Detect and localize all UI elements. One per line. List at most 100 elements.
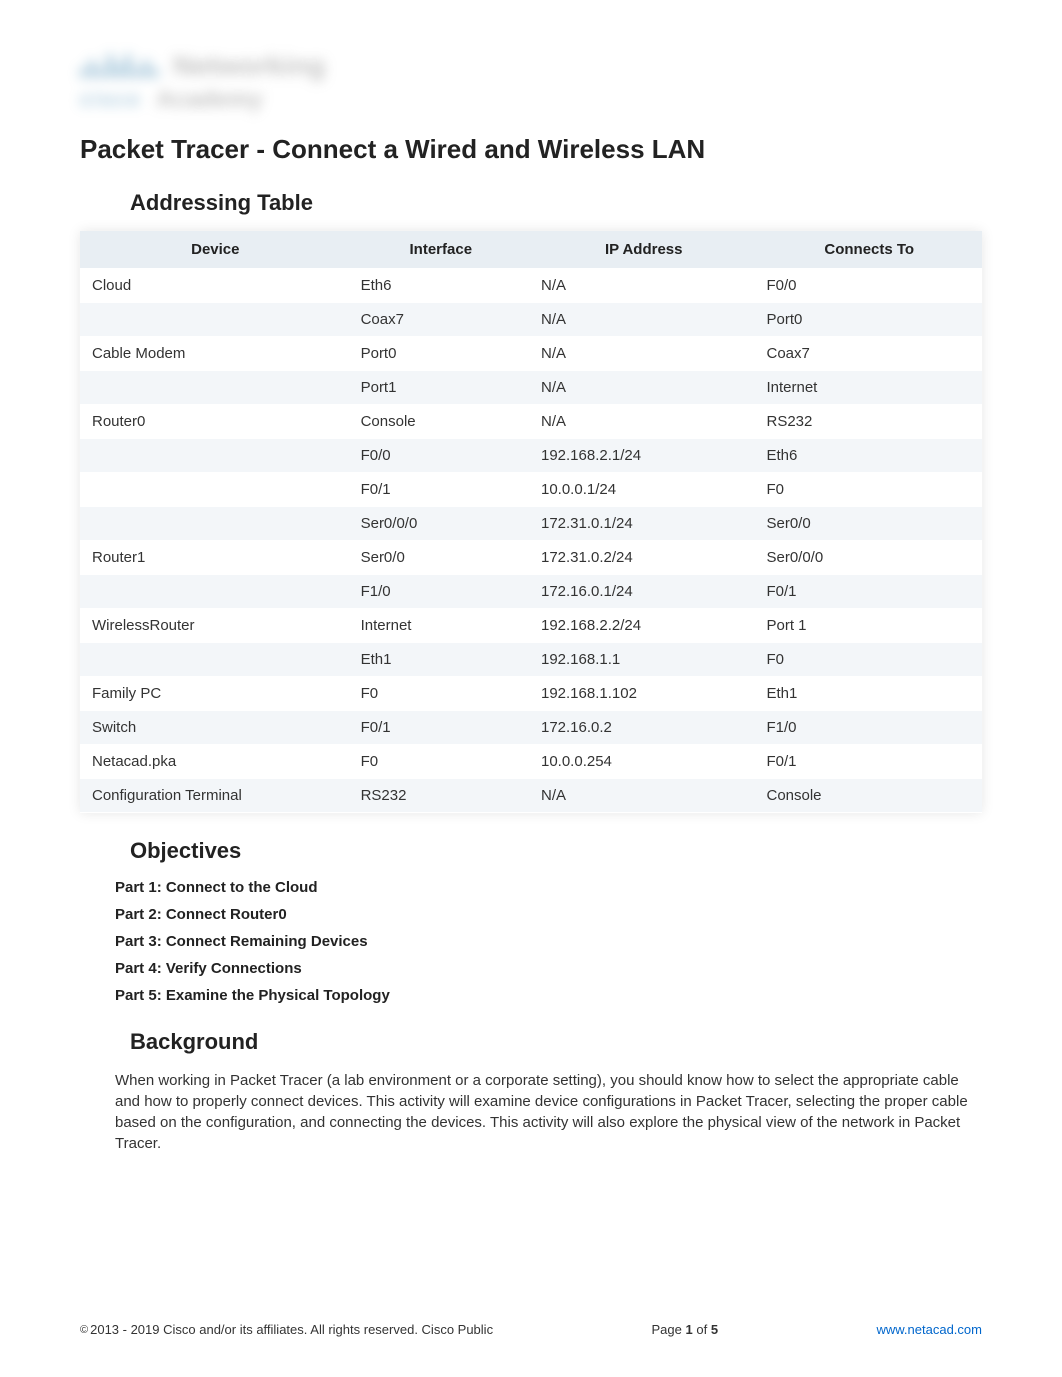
table-row: SwitchF0/1172.16.0.2F1/0 xyxy=(80,711,982,745)
td-ip: 172.31.0.1/24 xyxy=(531,507,757,541)
addressing-table: Device Interface IP Address Connects To … xyxy=(80,231,982,813)
td-connects: Eth6 xyxy=(756,439,982,473)
td-connects: F1/0 xyxy=(756,711,982,745)
td-interface: F1/0 xyxy=(351,575,531,609)
td-interface: F0/1 xyxy=(351,473,531,507)
td-ip: 192.168.1.102 xyxy=(531,677,757,711)
td-device: Family PC xyxy=(80,677,351,711)
table-header-row: Device Interface IP Address Connects To xyxy=(80,231,982,269)
objective-item: Part 4: Verify Connections xyxy=(115,960,982,977)
td-connects: Ser0/0/0 xyxy=(756,541,982,575)
td-ip: 192.168.2.2/24 xyxy=(531,609,757,643)
td-interface: F0 xyxy=(351,745,531,779)
addressing-heading: Addressing Table xyxy=(130,190,982,216)
objective-item: Part 2: Connect Router0 xyxy=(115,906,982,923)
table-row: Router0ConsoleN/ARS232 xyxy=(80,405,982,439)
td-interface: Ser0/0 xyxy=(351,541,531,575)
logo-cisco-text: cisco xyxy=(80,89,141,112)
table-row: Configuration TerminalRS232N/AConsole xyxy=(80,779,982,813)
td-connects: Ser0/0 xyxy=(756,507,982,541)
td-device: Router1 xyxy=(80,541,351,575)
table-row: Netacad.pkaF010.0.0.254F0/1 xyxy=(80,745,982,779)
td-device xyxy=(80,371,351,405)
table-row: Cable ModemPort0N/ACoax7 xyxy=(80,337,982,371)
objectives-heading: Objectives xyxy=(130,838,982,864)
td-interface: Ser0/0/0 xyxy=(351,507,531,541)
td-device xyxy=(80,507,351,541)
objectives-list: Part 1: Connect to the Cloud Part 2: Conn… xyxy=(115,879,982,1004)
td-connects: F0/0 xyxy=(756,269,982,303)
td-device: Switch xyxy=(80,711,351,745)
td-ip: 172.16.0.2 xyxy=(531,711,757,745)
copyright-icon: © xyxy=(80,1324,88,1336)
table-row: CloudEth6N/AF0/0 xyxy=(80,269,982,303)
objective-item: Part 1: Connect to the Cloud xyxy=(115,879,982,896)
td-device xyxy=(80,473,351,507)
td-connects: Port0 xyxy=(756,303,982,337)
th-connects: Connects To xyxy=(756,231,982,269)
td-interface: Port1 xyxy=(351,371,531,405)
td-connects: Eth1 xyxy=(756,677,982,711)
td-device: Cable Modem xyxy=(80,337,351,371)
table-row: Eth1192.168.1.1F0 xyxy=(80,643,982,677)
td-connects: F0/1 xyxy=(756,745,982,779)
td-interface: Console xyxy=(351,405,531,439)
footer-page-sep: of xyxy=(693,1322,711,1337)
cisco-logo-icon xyxy=(80,54,158,78)
td-device xyxy=(80,575,351,609)
logo-area: Networking cisco Academy xyxy=(80,50,982,114)
td-ip: 172.16.0.1/24 xyxy=(531,575,757,609)
td-interface: Coax7 xyxy=(351,303,531,337)
th-ip: IP Address xyxy=(531,231,757,269)
background-text: When working in Packet Tracer (a lab env… xyxy=(115,1070,982,1154)
footer-page: Page 1 of 5 xyxy=(652,1322,719,1337)
td-connects: Coax7 xyxy=(756,337,982,371)
td-interface: Internet xyxy=(351,609,531,643)
footer-page-prefix: Page xyxy=(652,1322,686,1337)
td-device: Router0 xyxy=(80,405,351,439)
td-connects: F0 xyxy=(756,473,982,507)
td-connects: RS232 xyxy=(756,405,982,439)
table-row: F0/0192.168.2.1/24Eth6 xyxy=(80,439,982,473)
table-row: Port1N/AInternet xyxy=(80,371,982,405)
td-device xyxy=(80,643,351,677)
footer-page-total: 5 xyxy=(711,1322,718,1337)
td-interface: Port0 xyxy=(351,337,531,371)
td-interface: RS232 xyxy=(351,779,531,813)
td-ip: N/A xyxy=(531,303,757,337)
footer-page-num: 1 xyxy=(686,1322,693,1337)
td-interface: F0 xyxy=(351,677,531,711)
td-ip: N/A xyxy=(531,779,757,813)
footer-copyright: © 2013 - 2019 Cisco and/or its affiliate… xyxy=(80,1322,493,1337)
td-device xyxy=(80,303,351,337)
footer-copyright-text: 2013 - 2019 Cisco and/or its affiliates.… xyxy=(90,1322,493,1337)
background-heading: Background xyxy=(130,1029,982,1055)
td-ip: N/A xyxy=(531,337,757,371)
table-row: Ser0/0/0172.31.0.1/24Ser0/0 xyxy=(80,507,982,541)
td-ip: 192.168.1.1 xyxy=(531,643,757,677)
td-connects: Console xyxy=(756,779,982,813)
td-device: Cloud xyxy=(80,269,351,303)
td-ip: 172.31.0.2/24 xyxy=(531,541,757,575)
td-ip: N/A xyxy=(531,371,757,405)
objective-item: Part 5: Examine the Physical Topology xyxy=(115,987,982,1004)
td-ip: N/A xyxy=(531,405,757,439)
table-row: Family PCF0192.168.1.102Eth1 xyxy=(80,677,982,711)
td-connects: Port 1 xyxy=(756,609,982,643)
logo-text-top: Networking xyxy=(173,50,325,82)
footer: © 2013 - 2019 Cisco and/or its affiliate… xyxy=(80,1322,982,1337)
td-device: Configuration Terminal xyxy=(80,779,351,813)
page-title: Packet Tracer - Connect a Wired and Wire… xyxy=(80,134,982,165)
table-row: F0/110.0.0.1/24F0 xyxy=(80,473,982,507)
td-interface: F0/1 xyxy=(351,711,531,745)
table-row: F1/0172.16.0.1/24F0/1 xyxy=(80,575,982,609)
table-row: Coax7N/APort0 xyxy=(80,303,982,337)
logo-text-bottom: Academy xyxy=(156,86,263,114)
td-connects: F0/1 xyxy=(756,575,982,609)
table-row: WirelessRouterInternet192.168.2.2/24Port… xyxy=(80,609,982,643)
td-connects: F0 xyxy=(756,643,982,677)
table-row: Router1Ser0/0172.31.0.2/24Ser0/0/0 xyxy=(80,541,982,575)
td-ip: 10.0.0.1/24 xyxy=(531,473,757,507)
footer-url: www.netacad.com xyxy=(876,1322,982,1337)
td-device: Netacad.pka xyxy=(80,745,351,779)
